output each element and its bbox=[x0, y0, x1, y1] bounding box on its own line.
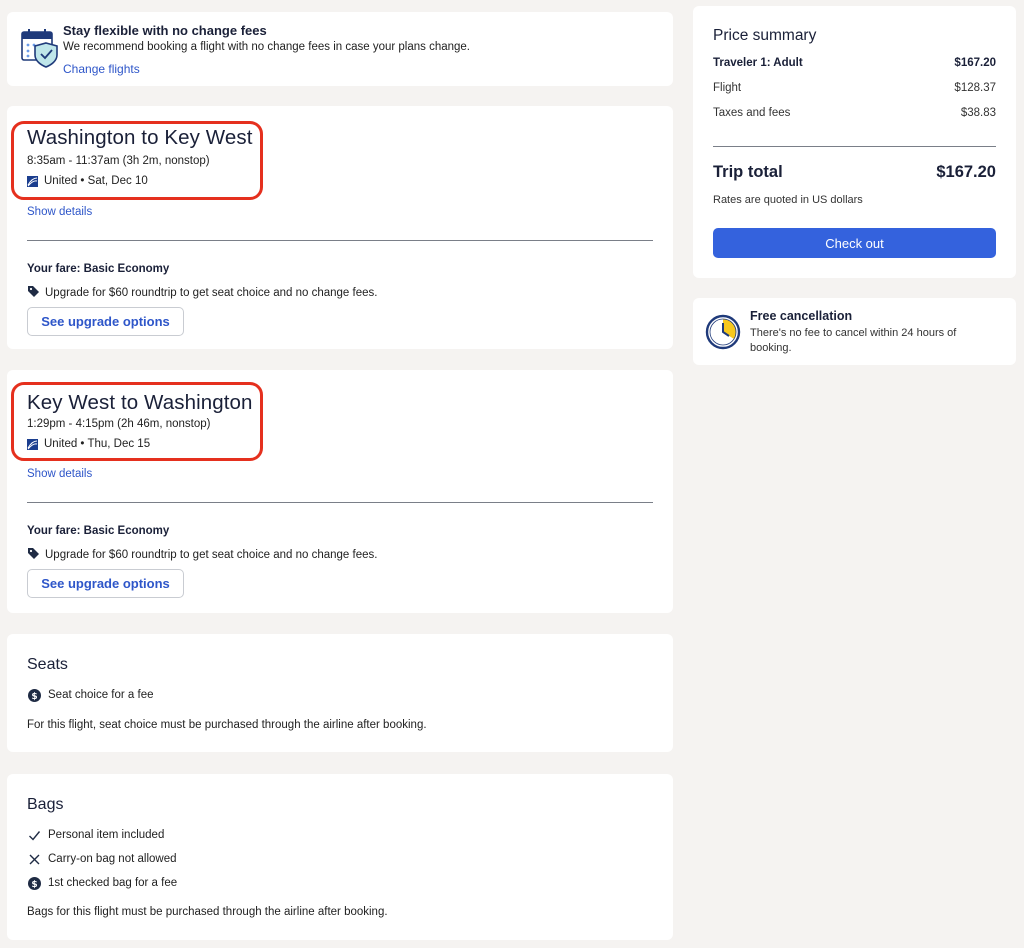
currency-note: Rates are quoted in US dollars bbox=[713, 194, 863, 206]
seat-choice-row: $ Seat choice for a fee bbox=[27, 688, 153, 702]
flight-price-label: Flight bbox=[713, 82, 742, 94]
fare-label: Your fare: Basic Economy bbox=[27, 525, 170, 537]
svg-text:$: $ bbox=[31, 692, 37, 702]
tag-icon bbox=[27, 285, 40, 301]
flight-route-title: Washington to Key West bbox=[27, 126, 253, 149]
bag-row: Carry-on bag not allowed bbox=[27, 852, 177, 866]
divider bbox=[713, 146, 996, 147]
x-icon bbox=[27, 852, 41, 866]
united-logo-icon bbox=[27, 438, 38, 450]
dollar-icon: $ bbox=[27, 688, 41, 702]
banner-title: Stay flexible with no change fees bbox=[63, 23, 267, 38]
bag-text: Personal item included bbox=[48, 829, 165, 841]
upgrade-info: Upgrade for $60 roundtrip to get seat ch… bbox=[27, 285, 377, 301]
show-details-link[interactable]: Show details bbox=[27, 468, 92, 480]
svg-text:$: $ bbox=[31, 880, 37, 890]
bags-note: Bags for this flight must be purchased t… bbox=[27, 906, 388, 918]
free-cancellation-text: There's no fee to cancel within 24 hours… bbox=[750, 327, 957, 354]
flight-airline: United • Thu, Dec 15 bbox=[27, 438, 150, 450]
bags-card: Bags Personal item included Carry-on bag… bbox=[7, 774, 673, 940]
see-upgrade-options-button[interactable]: See upgrade options bbox=[27, 307, 184, 336]
tag-icon bbox=[27, 547, 40, 563]
bag-text: 1st checked bag for a fee bbox=[48, 877, 178, 889]
divider bbox=[27, 240, 653, 241]
show-details-link[interactable]: Show details bbox=[27, 206, 92, 218]
banner-text: We recommend booking a flight with no ch… bbox=[63, 41, 471, 53]
bags-title: Bags bbox=[27, 796, 64, 813]
seats-card: Seats $ Seat choice for a fee For this f… bbox=[7, 634, 673, 752]
taxes-label: Taxes and fees bbox=[713, 107, 791, 119]
taxes-value: $38.83 bbox=[960, 107, 996, 119]
free-cancellation-card: Free cancellation There's no fee to canc… bbox=[693, 298, 1016, 365]
outbound-flight-card: Washington to Key West 8:35am - 11:37am … bbox=[7, 106, 673, 349]
clock-icon bbox=[705, 314, 741, 350]
change-flights-link[interactable]: Change flights bbox=[63, 62, 140, 76]
no-change-fees-banner: Stay flexible with no change fees We rec… bbox=[7, 12, 673, 86]
flight-time: 8:35am - 11:37am (3h 2m, nonstop) bbox=[27, 155, 210, 167]
seat-choice-text: Seat choice for a fee bbox=[48, 689, 154, 701]
see-upgrade-options-button[interactable]: See upgrade options bbox=[27, 569, 184, 598]
bag-row: Personal item included bbox=[27, 828, 164, 842]
traveler-row: Traveler 1: Adult $167.20 bbox=[713, 57, 996, 69]
united-logo-icon bbox=[27, 175, 38, 187]
fare-label: Your fare: Basic Economy bbox=[27, 263, 170, 275]
flight-airline: United • Sat, Dec 10 bbox=[27, 175, 148, 187]
bag-text: Carry-on bag not allowed bbox=[48, 853, 177, 865]
free-cancellation-title: Free cancellation bbox=[750, 309, 853, 323]
seats-title: Seats bbox=[27, 656, 68, 673]
taxes-row: Taxes and fees $38.83 bbox=[713, 107, 996, 119]
traveler-label: Traveler 1: Adult bbox=[713, 57, 803, 69]
traveler-value: $167.20 bbox=[954, 57, 996, 69]
flight-route-title: Key West to Washington bbox=[27, 391, 253, 414]
flight-airline-text: United • Sat, Dec 10 bbox=[44, 175, 148, 187]
return-flight-card: Key West to Washington 1:29pm - 4:15pm (… bbox=[7, 370, 673, 613]
dollar-icon: $ bbox=[27, 876, 41, 890]
divider bbox=[27, 502, 653, 503]
upgrade-text: Upgrade for $60 roundtrip to get seat ch… bbox=[45, 287, 378, 299]
trip-total-value: $167.20 bbox=[936, 163, 996, 181]
upgrade-text: Upgrade for $60 roundtrip to get seat ch… bbox=[45, 549, 378, 561]
flight-airline-text: United • Thu, Dec 15 bbox=[44, 438, 151, 450]
bag-row: $ 1st checked bag for a fee bbox=[27, 876, 177, 890]
trip-total-row: Trip total $167.20 bbox=[713, 163, 996, 182]
check-out-button[interactable]: Check out bbox=[713, 228, 996, 258]
flight-time: 1:29pm - 4:15pm (2h 46m, nonstop) bbox=[27, 418, 211, 430]
calendar-shield-icon bbox=[21, 28, 63, 72]
flight-price-value: $128.37 bbox=[954, 82, 996, 94]
upgrade-info: Upgrade for $60 roundtrip to get seat ch… bbox=[27, 547, 377, 563]
check-icon bbox=[27, 828, 41, 842]
flight-price-row: Flight $128.37 bbox=[713, 82, 996, 94]
price-summary-card: Price summary Traveler 1: Adult $167.20 … bbox=[693, 6, 1016, 278]
trip-total-label: Trip total bbox=[713, 163, 783, 181]
price-summary-title: Price summary bbox=[713, 27, 817, 44]
seats-note: For this flight, seat choice must be pur… bbox=[27, 719, 427, 731]
